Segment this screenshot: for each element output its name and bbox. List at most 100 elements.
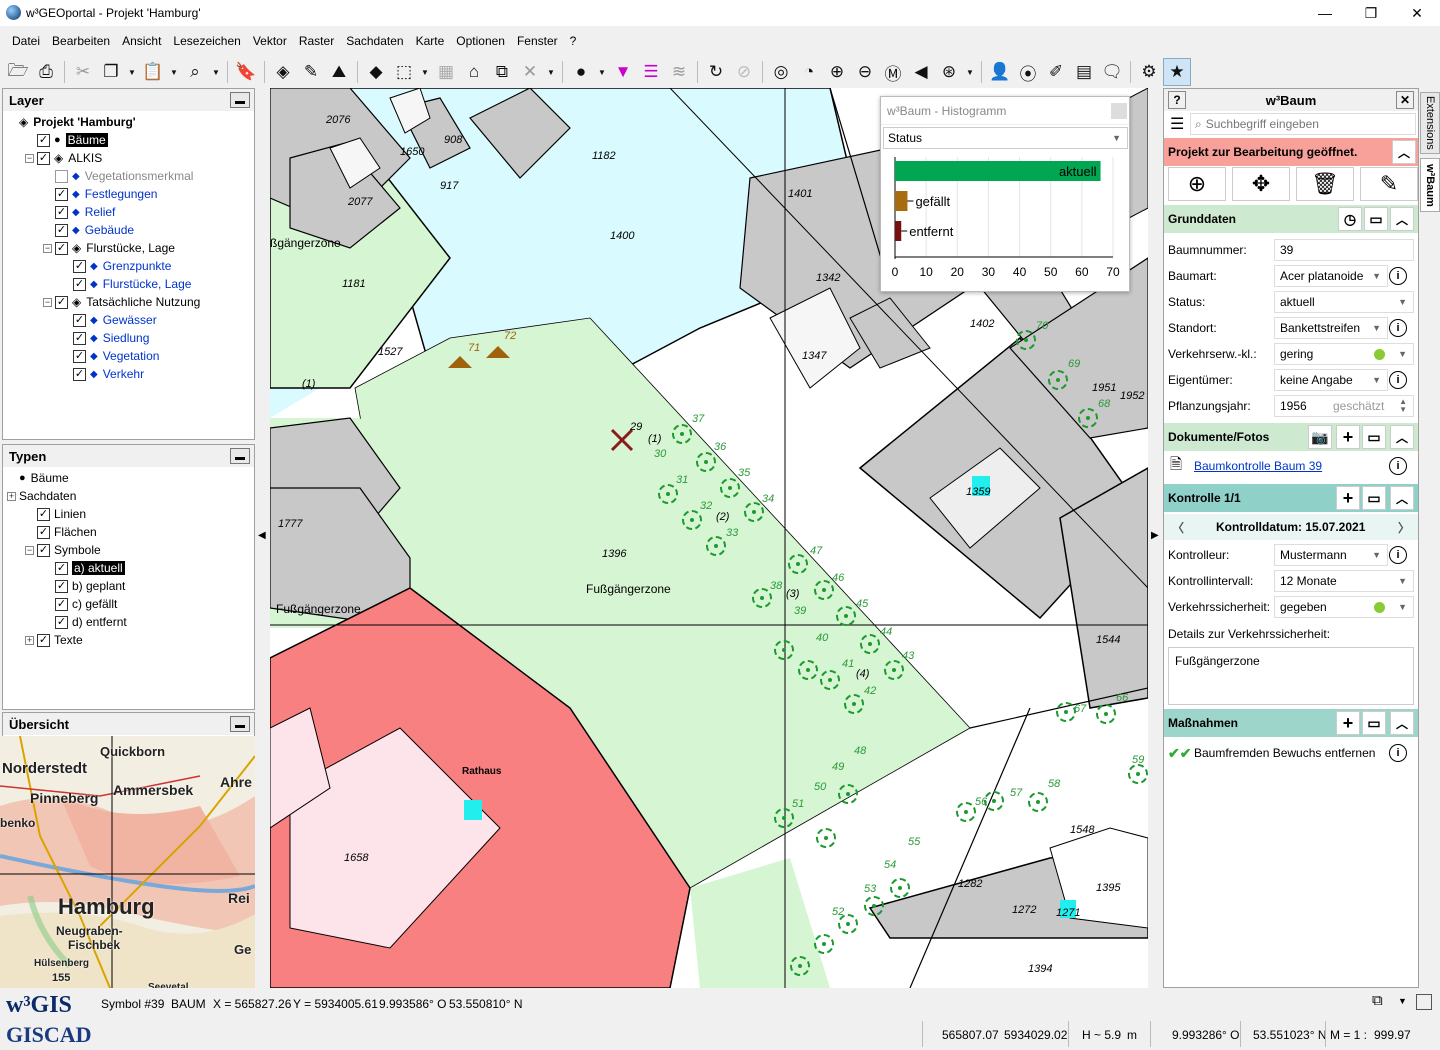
collapse-chevron-up-icon[interactable]: ︿	[1390, 486, 1414, 510]
visibility-checkbox[interactable]: ✓	[37, 525, 50, 539]
window-icon[interactable]: ▭	[1362, 711, 1386, 735]
tree-symbol[interactable]	[774, 640, 794, 660]
paste-icon[interactable]: 📋	[139, 58, 167, 86]
layer-item[interactable]: ◈ Projekt 'Hamburg'	[3, 113, 254, 131]
collapse-right-arrow-icon[interactable]: ▶	[1151, 530, 1159, 541]
visibility-checkbox[interactable]: ✓	[37, 133, 50, 147]
info-icon[interactable]: i	[1389, 319, 1407, 337]
delete-tree-button[interactable]: 🗑	[1296, 167, 1354, 201]
tree-symbol[interactable]	[752, 588, 772, 608]
previous-chevron-icon[interactable]: 〈	[1172, 519, 1184, 536]
spinner-icon[interactable]: ▲ ▼	[1399, 398, 1407, 414]
camera-icon[interactable]: 📷	[1308, 425, 1332, 449]
layer-item[interactable]: ✓ ◆ Gebäude	[3, 221, 254, 239]
visibility-checkbox[interactable]: ✓	[37, 633, 50, 647]
group-icon[interactable]: ⧉	[488, 58, 516, 86]
layer-item[interactable]: − ✓ ◈ ALKIS	[3, 149, 254, 167]
types-panel-minimize-button[interactable]	[230, 448, 250, 464]
menu-lesezeichen[interactable]: Lesezeichen	[167, 34, 246, 48]
tree-symbol[interactable]	[820, 670, 840, 690]
visibility-checkbox[interactable]	[55, 169, 68, 183]
paste-dropdown-icon[interactable]: ▼	[167, 58, 181, 86]
hamburger-menu-icon[interactable]: ☰	[1170, 114, 1184, 134]
grunddaten-field-1[interactable]: Acer platanoide ▼	[1274, 265, 1388, 287]
zoom-out-icon[interactable]: ⊖	[851, 58, 879, 86]
tree-symbol[interactable]	[956, 802, 976, 822]
zoom-in-icon[interactable]: ⊕	[823, 58, 851, 86]
collapse-chevron-up-icon[interactable]: ︿	[1390, 425, 1414, 449]
add-kontrolle-icon[interactable]: +	[1336, 486, 1360, 510]
type-item[interactable]: + Sachdaten	[3, 487, 254, 505]
visibility-checkbox[interactable]: ✓	[73, 367, 86, 381]
layer-item[interactable]: − ✓ ◈ Flurstücke, Lage	[3, 239, 254, 257]
clear-selection-icon[interactable]: ✕	[516, 58, 544, 86]
layer-item[interactable]: ✓ ◆ Festlegungen	[3, 185, 254, 203]
tab-extensions[interactable]: Extensions	[1420, 92, 1440, 154]
layer-panel-minimize-button[interactable]	[230, 92, 250, 108]
expand-toggle-icon[interactable]: −	[43, 297, 52, 307]
menu-raster[interactable]: Raster	[293, 34, 340, 48]
zoom-window-icon[interactable]: ◔	[795, 58, 823, 86]
collapse-chevron-up-icon[interactable]: ︿	[1390, 711, 1414, 735]
tree-symbol[interactable]	[890, 878, 910, 898]
tree-symbol[interactable]	[1128, 764, 1148, 784]
terrain-icon[interactable]: ⛰	[325, 58, 353, 86]
grunddaten-field-5[interactable]: keine Angabe ▼	[1274, 369, 1388, 391]
tree-symbol[interactable]	[658, 484, 678, 504]
copy-dropdown-icon[interactable]: ▼	[125, 58, 139, 86]
collapse-chevron-up-icon[interactable]: ︿	[1390, 207, 1414, 231]
kontrolle-field-1[interactable]: 12 Monate ▼	[1274, 570, 1414, 592]
move-tree-button[interactable]: ✥	[1232, 167, 1290, 201]
filter-list-icon[interactable]: ☰	[637, 58, 665, 86]
point-icon[interactable]: ●	[567, 58, 595, 86]
cut-icon[interactable]: ✂	[69, 58, 97, 86]
layers-tool-icon[interactable]: ◈	[269, 58, 297, 86]
histogram-close-button[interactable]	[1111, 103, 1127, 119]
visibility-checkbox[interactable]: ✓	[55, 295, 68, 309]
clear-dropdown-icon[interactable]: ▼	[544, 58, 558, 86]
visibility-checkbox[interactable]: ✓	[55, 561, 68, 575]
window-icon[interactable]: ▭	[1362, 486, 1386, 510]
history-clock-icon[interactable]: ◷	[1338, 207, 1362, 231]
tree-symbol[interactable]	[816, 828, 836, 848]
pan-dropdown-icon[interactable]: ▼	[963, 58, 977, 86]
menu-fenster[interactable]: Fenster	[511, 34, 564, 48]
add-document-icon[interactable]: +	[1336, 425, 1360, 449]
layer-item[interactable]: ✓ ◆ Grenzpunkte	[3, 257, 254, 275]
collapse-left-arrow-icon[interactable]: ◀	[258, 530, 266, 541]
kontrolle-field-0[interactable]: Mustermann ▼	[1274, 544, 1388, 566]
details-textarea[interactable]: Fußgängerzone	[1168, 647, 1414, 705]
tree-symbol[interactable]	[1028, 792, 1048, 812]
comment-icon[interactable]: 🗨	[1098, 58, 1126, 86]
tab-baum[interactable]: w³Baum	[1420, 158, 1440, 212]
layer-item[interactable]: ◆ Vegetationsmerkmal	[3, 167, 254, 185]
stack-icon[interactable]: ≋	[665, 58, 693, 86]
tree-symbol[interactable]	[1016, 330, 1036, 350]
tree-symbol[interactable]	[682, 510, 702, 530]
visibility-checkbox[interactable]: ✓	[55, 597, 68, 611]
info-icon[interactable]: i	[1389, 267, 1407, 285]
layer-item[interactable]: ✓ ◆ Vegetation	[3, 347, 254, 365]
filter-icon[interactable]: ▼	[609, 58, 637, 86]
visibility-checkbox[interactable]: ✓	[55, 579, 68, 593]
tree-symbol[interactable]	[744, 502, 764, 522]
settings-gear-icon[interactable]: ⚙	[1135, 58, 1163, 86]
menu-datei[interactable]: Datei	[6, 34, 46, 48]
tree-symbol[interactable]	[774, 808, 794, 828]
minimize-button[interactable]: —	[1302, 0, 1348, 26]
tree-symbol[interactable]	[844, 694, 864, 714]
tree-symbol[interactable]	[814, 580, 834, 600]
type-item[interactable]: ✓ b) geplant	[3, 577, 254, 595]
expand-toggle-icon[interactable]: +	[25, 635, 34, 645]
favorite-star-icon[interactable]: ★	[1163, 58, 1191, 86]
expand-toggle-icon[interactable]: −	[25, 153, 34, 163]
tree-symbol[interactable]	[1096, 704, 1116, 724]
visibility-checkbox[interactable]: ✓	[73, 277, 86, 291]
window-icon[interactable]: ▭	[1364, 207, 1388, 231]
visibility-checkbox[interactable]: ✓	[73, 313, 86, 327]
add-massnahme-icon[interactable]: +	[1336, 711, 1360, 735]
layer-item[interactable]: ✓ ◆ Relief	[3, 203, 254, 221]
grunddaten-field-2[interactable]: aktuell ▼	[1274, 291, 1414, 313]
stop-icon[interactable]: ⊘	[730, 58, 758, 86]
menu-bearbeiten[interactable]: Bearbeiten	[46, 34, 116, 48]
